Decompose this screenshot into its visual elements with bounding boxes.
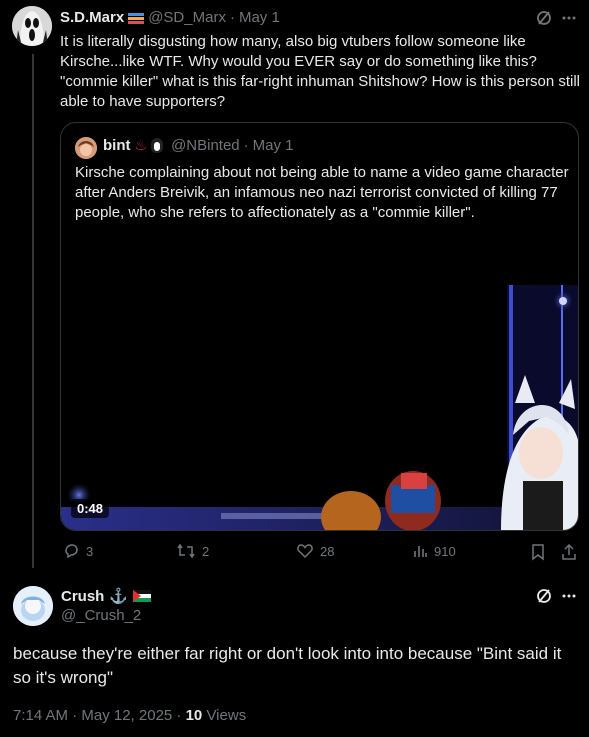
views-bar-chart-icon — [414, 546, 427, 557]
views-count: 10 — [185, 707, 203, 724]
penguin-emoji-icon — [151, 138, 164, 153]
author-name[interactable]: Crush — [61, 588, 104, 605]
repost-icon — [177, 543, 195, 559]
hot-springs-emoji-icon: ♨ — [134, 137, 148, 153]
post-date[interactable]: May 1 — [239, 9, 280, 26]
video-thumbnail — [61, 285, 578, 530]
author-name[interactable]: S.D.Marx — [60, 9, 124, 26]
like-count: 28 — [320, 543, 335, 559]
reply-button[interactable]: 3 — [62, 542, 93, 560]
view-count: 910 — [434, 543, 456, 559]
like-button[interactable]: 28 — [296, 542, 334, 560]
reply-icon — [65, 544, 78, 559]
grok-icon[interactable] — [536, 10, 552, 31]
anchor-emoji-icon: ⚓ — [109, 588, 129, 605]
video-timestamp: 0:48 — [71, 499, 110, 518]
sd-marx-avatar[interactable] — [12, 6, 52, 46]
share-icon[interactable] — [561, 543, 577, 566]
separator-dot: · — [243, 137, 249, 154]
quoted-author-handle[interactable]: @NBinted — [171, 137, 240, 154]
post-meta: 7:14 AM · May 12, 2025 · 10 Views — [13, 707, 246, 724]
post-text: because they're either far right or don'… — [13, 644, 562, 687]
crush-avatar[interactable] — [13, 586, 53, 626]
author-handle[interactable]: @_Crush_2 — [61, 607, 141, 624]
scream-mask-icon — [12, 6, 52, 46]
palestine-flag-icon — [133, 590, 152, 602]
more-options-icon[interactable] — [561, 588, 577, 609]
author-handle[interactable]: @SD_Marx — [148, 9, 226, 26]
quoted-post-date[interactable]: May 1 — [253, 137, 294, 154]
grok-icon[interactable] — [536, 588, 552, 609]
repost-button[interactable]: 2 — [176, 542, 209, 560]
bookmark-icon[interactable] — [530, 543, 546, 566]
quoted-post-text: Kirsche complaining about not being able… — [75, 164, 569, 221]
quoted-author-name[interactable]: bint — [103, 137, 131, 154]
views-button[interactable]: 910 — [412, 542, 456, 560]
reply-count: 3 — [86, 543, 94, 559]
separator-dot: · — [229, 9, 235, 26]
post-text: It is literally disgusting how many, als… — [60, 33, 580, 110]
video-player[interactable]: 0:48 — [61, 285, 578, 530]
bint-avatar[interactable] — [75, 137, 97, 159]
book-emoji-icon — [128, 11, 145, 25]
quoted-post[interactable]: bint ♨ @NBinted · May 1 Kirsche complain… — [60, 122, 579, 531]
more-options-icon[interactable] — [561, 10, 577, 31]
thread-line — [32, 54, 34, 568]
views-label: Views — [202, 707, 247, 724]
repost-count: 2 — [202, 543, 210, 559]
post-timestamp[interactable]: 7:14 AM · May 12, 2025 · — [13, 707, 186, 724]
heart-icon — [297, 544, 313, 559]
